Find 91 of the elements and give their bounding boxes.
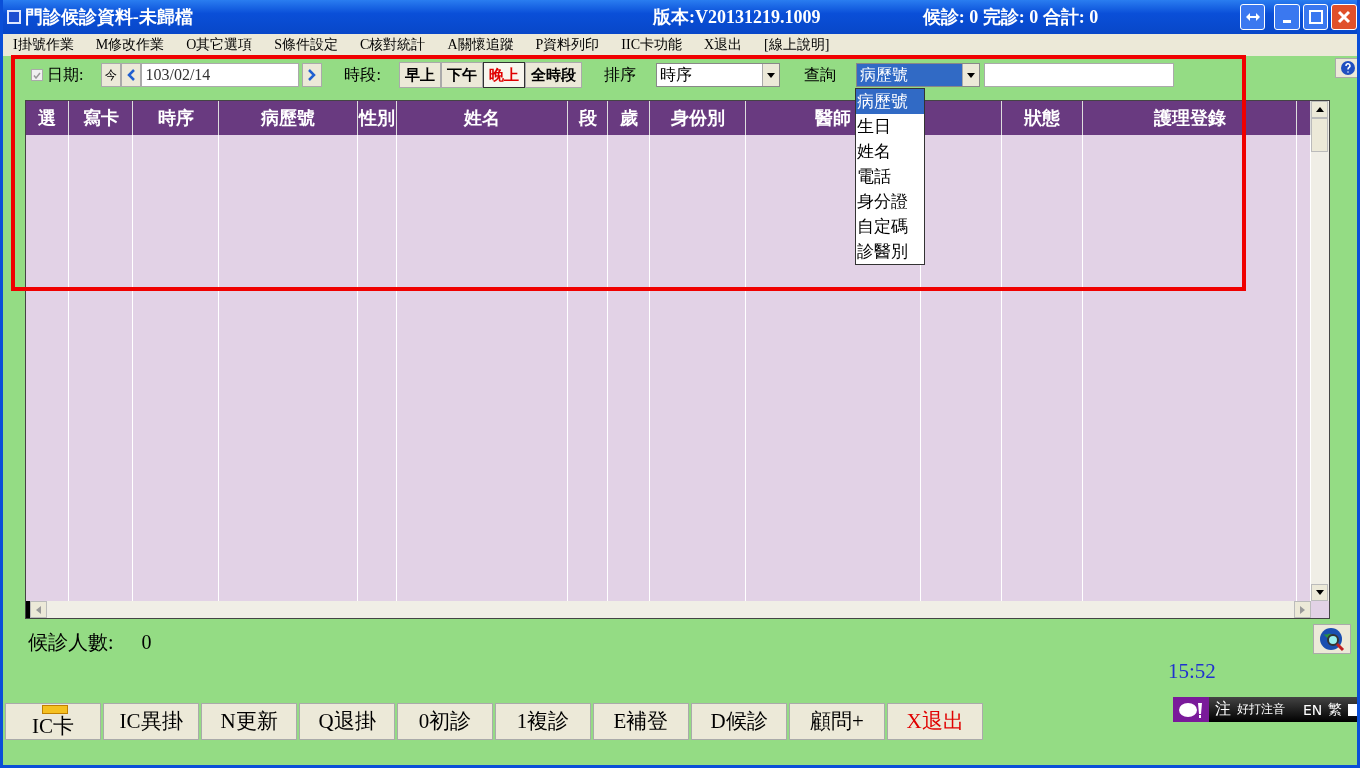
menu-item[interactable]: S條件設定 [274, 36, 339, 54]
query-input[interactable] [983, 63, 1174, 87]
menu-item[interactable]: C核對統計 [360, 36, 426, 54]
menu-item[interactable]: [線上說明] [764, 36, 830, 54]
ime-mode[interactable]: 注 [1215, 699, 1231, 720]
menu-item[interactable]: P資料列印 [535, 36, 600, 54]
dropdown-option[interactable]: 姓名 [855, 139, 924, 164]
column-header: 病歷號 [219, 101, 358, 135]
period-button[interactable]: 下午 [440, 62, 483, 88]
menu-item[interactable]: I掛號作業 [13, 36, 74, 54]
query-label: 查詢 [803, 64, 836, 85]
card-icon [42, 705, 68, 714]
yahoo-logo-icon [1173, 697, 1209, 722]
vertical-scrollbar[interactable] [1311, 101, 1329, 601]
column-header: 段 [568, 101, 608, 135]
dropdown-arrow-icon [966, 72, 975, 78]
period-label: 時段: [344, 64, 381, 85]
waiting-count-value: 0 [141, 630, 152, 654]
sort-label: 排序 [603, 64, 636, 85]
resize-button[interactable] [1239, 4, 1266, 30]
column-header: 時序 [133, 101, 219, 135]
globe-search-button[interactable] [1313, 624, 1351, 654]
menu-item[interactable]: A關懷追蹤 [447, 36, 514, 54]
maximize-button[interactable] [1302, 4, 1329, 30]
action-button[interactable]: 0初診 [397, 703, 493, 740]
exit-button[interactable]: X退出 [887, 703, 983, 740]
date-checkbox[interactable] [31, 69, 43, 81]
dropdown-arrow-icon [766, 72, 775, 78]
clock-time: 15:52 [1168, 659, 1217, 685]
maximize-icon [1308, 10, 1323, 24]
help-button[interactable] [1335, 58, 1357, 78]
menu-item[interactable]: O其它選項 [186, 36, 253, 54]
chevron-right-icon [308, 69, 317, 81]
window-title: 門診候診資料-未歸檔 [24, 6, 194, 29]
column-header: 歲 [608, 101, 650, 135]
column-header: 寫卡 [69, 101, 133, 135]
triangle-down-icon [1315, 590, 1324, 595]
column-header: 狀態 [1002, 101, 1083, 135]
scroll-thumb[interactable] [1311, 118, 1328, 152]
ime-language[interactable]: EN [1303, 701, 1323, 718]
triangle-right-icon [1300, 605, 1305, 614]
date-label: 日期: [47, 64, 84, 85]
previous-day-button[interactable] [121, 63, 142, 87]
check-icon [33, 71, 41, 79]
menu-item[interactable]: IIC卡功能 [621, 36, 682, 54]
app-icon [7, 10, 21, 24]
scroll-up-button[interactable] [1311, 101, 1328, 118]
column-header: 姓名 [397, 101, 568, 135]
ime-script[interactable]: 繁 [1328, 700, 1343, 719]
double-arrow-icon [1245, 13, 1260, 21]
minimize-icon [1283, 19, 1292, 23]
period-button[interactable]: 晚上 [482, 62, 525, 88]
action-button[interactable]: IC卡 [5, 703, 101, 740]
period-button[interactable]: 早上 [398, 62, 441, 88]
action-button[interactable]: Q退掛 [299, 703, 395, 740]
triangle-up-icon [1315, 107, 1324, 112]
menu-item[interactable]: X退出 [704, 36, 743, 54]
next-day-button[interactable] [302, 63, 323, 87]
globe-magnifier-icon [1317, 626, 1347, 652]
column-header: 身份別 [650, 101, 746, 135]
action-button[interactable]: N更新 [201, 703, 297, 740]
minimize-button[interactable] [1274, 4, 1300, 30]
column-header: 護理登錄 [1083, 101, 1297, 135]
action-button[interactable]: E補登 [593, 703, 689, 740]
dropdown-option[interactable]: 身分證 [855, 189, 924, 214]
today-button[interactable]: 今 [101, 63, 122, 87]
waiting-count-label: 候診人數: [28, 629, 114, 655]
ime-shape-icon[interactable] [1348, 703, 1357, 716]
patient-counts: 候診: 0 完診: 0 合計: 0 [922, 6, 1100, 29]
dropdown-option[interactable]: 自定碼 [855, 214, 924, 239]
dropdown-option[interactable]: 診醫別 [855, 239, 924, 264]
scroll-down-button[interactable] [1311, 584, 1328, 601]
sort-dropdown[interactable]: 時序 [655, 63, 780, 87]
version-label: 版本:V20131219.1009 [652, 6, 822, 29]
column-header: 性別 [358, 101, 397, 135]
close-icon [1337, 10, 1352, 24]
chevron-left-icon [127, 69, 136, 81]
action-button[interactable]: 1複診 [495, 703, 591, 740]
help-icon [1340, 60, 1356, 76]
menu-item[interactable]: M修改作業 [95, 36, 165, 54]
dropdown-option[interactable]: 病歷號 [855, 89, 924, 114]
action-button[interactable]: D候診 [691, 703, 787, 740]
date-field[interactable]: 103/02/14 [141, 63, 300, 87]
column-header: 選 [26, 101, 69, 135]
action-button[interactable]: IC異掛 [103, 703, 199, 740]
ime-name: 好打注音 [1237, 701, 1285, 718]
dropdown-option[interactable]: 電話 [855, 164, 924, 189]
action-button[interactable]: 顧問+ [789, 703, 885, 740]
close-button[interactable] [1331, 4, 1357, 30]
period-button[interactable]: 全時段 [524, 62, 582, 88]
triangle-left-icon [36, 605, 41, 614]
